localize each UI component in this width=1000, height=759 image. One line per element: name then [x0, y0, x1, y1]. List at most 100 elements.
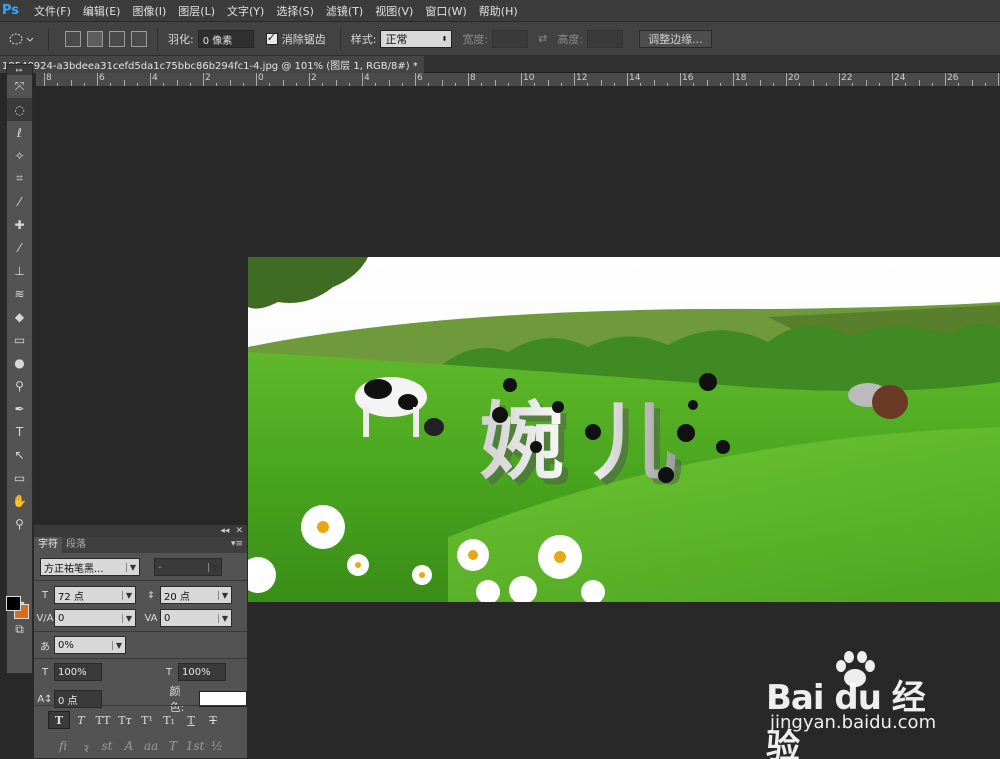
- subscript-button[interactable]: T₁: [158, 711, 180, 729]
- lasso-tool-icon[interactable]: ℓ: [7, 121, 32, 144]
- fractions-button[interactable]: ½: [206, 739, 228, 756]
- collapse-icon[interactable]: ◂◂: [220, 526, 229, 536]
- menu-layer[interactable]: 图层(L): [172, 3, 221, 19]
- panel-menu-icon[interactable]: ▾≡: [231, 539, 243, 549]
- old-style-button[interactable]: ꝛ: [74, 739, 96, 756]
- horizontal-scale-input[interactable]: 100%: [178, 663, 226, 681]
- eyedropper-tool-icon[interactable]: ⁄: [7, 190, 32, 213]
- ligatures-button[interactable]: fi: [52, 739, 74, 756]
- tracking-input[interactable]: 0 ▼: [160, 609, 232, 627]
- healing-brush-tool-icon[interactable]: ✚: [7, 213, 32, 236]
- menu-view[interactable]: 视图(V): [369, 3, 419, 19]
- photoshop-logo: Ps: [2, 3, 20, 18]
- tool-preset-picker[interactable]: [4, 28, 38, 50]
- history-brush-tool-icon[interactable]: ≋: [7, 282, 32, 305]
- ruler-tick: [70, 80, 72, 86]
- canvas-image[interactable]: 婉 儿 婉 儿: [248, 257, 1000, 602]
- font-family-select[interactable]: 方正祐笔黑... ▼: [40, 558, 140, 576]
- tab-paragraph[interactable]: 段落: [62, 537, 90, 553]
- menu-window[interactable]: 窗口(W): [419, 3, 472, 19]
- leading-input[interactable]: 20 点 ▼: [160, 586, 232, 604]
- horizontal-ruler[interactable]: 86420246810121416182022242628: [36, 73, 1000, 87]
- horizontal-scale-icon: T: [165, 666, 173, 678]
- swash-button[interactable]: A: [118, 739, 140, 756]
- height-input[interactable]: [587, 29, 624, 48]
- baidu-jingyan-watermark: Bai du 经验 jingyan.baidu.com: [766, 650, 946, 759]
- ruler-tick: [494, 80, 496, 86]
- toolbox-grip[interactable]: ▸▸: [7, 65, 32, 75]
- eraser-tool-icon[interactable]: ◆: [7, 305, 32, 328]
- move-tool-icon[interactable]: ⤧: [7, 75, 32, 98]
- superscript-button[interactable]: T¹: [136, 711, 158, 729]
- underline-button[interactable]: T: [180, 711, 202, 729]
- elliptical-marquee-tool-icon[interactable]: ◌: [7, 98, 32, 121]
- options-bar: 羽化: 0 像素 消除锯齿 样式: 正常 ⬍ 宽度: ⇄ 高度: 调整边缘...: [0, 22, 1000, 56]
- path-selection-tool-icon[interactable]: ↖: [7, 443, 32, 466]
- small-caps-button[interactable]: Tт: [114, 711, 136, 729]
- add-to-selection-button[interactable]: [87, 30, 103, 47]
- ruler-tick: [229, 80, 231, 86]
- style-select[interactable]: 正常 ⬍: [380, 29, 453, 48]
- faux-italic-button[interactable]: T: [70, 711, 92, 729]
- document-tab[interactable]: 18548924-a3bdeea31cefd5da1c75bbc86b294fc…: [0, 56, 424, 73]
- ruler-label: 26: [947, 73, 959, 83]
- new-selection-button[interactable]: [65, 30, 81, 47]
- ruler-tick: [189, 83, 191, 86]
- menu-help[interactable]: 帮助(H): [473, 3, 524, 19]
- ruler-tick: [242, 83, 244, 86]
- zoom-tool-icon[interactable]: ⚲: [7, 512, 32, 535]
- font-style-select[interactable]: - ▼: [154, 558, 222, 576]
- menu-image[interactable]: 图像(I): [126, 3, 172, 19]
- ruler-label: 2: [205, 73, 211, 83]
- ruler-tick: [388, 80, 390, 86]
- font-size-input[interactable]: 72 点 ▼: [54, 586, 136, 604]
- feather-input[interactable]: 0 像素: [197, 29, 254, 48]
- menu-type[interactable]: 文字(Y): [221, 3, 270, 19]
- crop-tool-icon[interactable]: ⌗: [7, 167, 32, 190]
- hand-tool-icon[interactable]: ✋: [7, 489, 32, 512]
- close-icon[interactable]: ✕: [235, 526, 243, 536]
- type-tool-icon[interactable]: T: [7, 420, 32, 443]
- ruler-tick: [57, 83, 59, 86]
- strikethrough-button[interactable]: T: [202, 711, 224, 729]
- chevron-down-icon: ▼: [207, 562, 218, 572]
- menu-edit[interactable]: 编辑(E): [77, 3, 127, 19]
- menu-filter[interactable]: 滤镜(T): [320, 3, 369, 19]
- ruler-tick: [547, 80, 549, 86]
- all-caps-button[interactable]: TT: [92, 711, 114, 729]
- menu-select[interactable]: 选择(S): [270, 3, 320, 19]
- faux-bold-button[interactable]: T: [48, 711, 70, 729]
- tsume-input[interactable]: 0% ▼: [54, 636, 126, 654]
- ruler-tick: [918, 80, 920, 86]
- clone-stamp-tool-icon[interactable]: ⊥: [7, 259, 32, 282]
- swap-icon[interactable]: ⇄: [538, 32, 547, 45]
- divider: [34, 580, 247, 581]
- ruler-tick: [203, 73, 204, 86]
- height-label: 高度:: [557, 32, 584, 46]
- ruler-tick: [534, 83, 536, 86]
- titling-button[interactable]: T: [162, 739, 184, 756]
- subtract-selection-button[interactable]: [109, 30, 125, 47]
- rectangle-tool-icon[interactable]: ▭: [7, 466, 32, 489]
- document-tab-title: 18548924-a3bdeea31cefd5da1c75bbc86b294fc…: [2, 61, 418, 72]
- width-input[interactable]: [492, 29, 529, 48]
- stylistic-alternates-button[interactable]: aa: [140, 739, 162, 756]
- gradient-tool-icon[interactable]: ▭: [7, 328, 32, 351]
- antialias-checkbox[interactable]: [265, 31, 278, 45]
- discretionary-ligatures-button[interactable]: st: [96, 739, 118, 756]
- vertical-scale-input[interactable]: 100%: [54, 663, 102, 681]
- dodge-tool-icon[interactable]: ⚲: [7, 374, 32, 397]
- pen-tool-icon[interactable]: ✒: [7, 397, 32, 420]
- magic-wand-tool-icon[interactable]: ✧: [7, 144, 32, 167]
- foreground-color-swatch[interactable]: [6, 596, 21, 611]
- ruler-tick: [428, 83, 430, 86]
- menu-file[interactable]: 文件(F): [28, 3, 77, 19]
- tab-character[interactable]: 字符: [34, 537, 62, 553]
- ordinals-button[interactable]: 1st: [184, 739, 206, 756]
- kerning-icon: V/A: [36, 612, 54, 624]
- intersect-selection-button[interactable]: [131, 30, 147, 47]
- refine-edge-button[interactable]: 调整边缘...: [639, 29, 712, 48]
- blur-tool-icon[interactable]: ●: [7, 351, 32, 374]
- brush-tool-icon[interactable]: ⁄: [7, 236, 32, 259]
- kerning-input[interactable]: 0 ▼: [54, 609, 136, 627]
